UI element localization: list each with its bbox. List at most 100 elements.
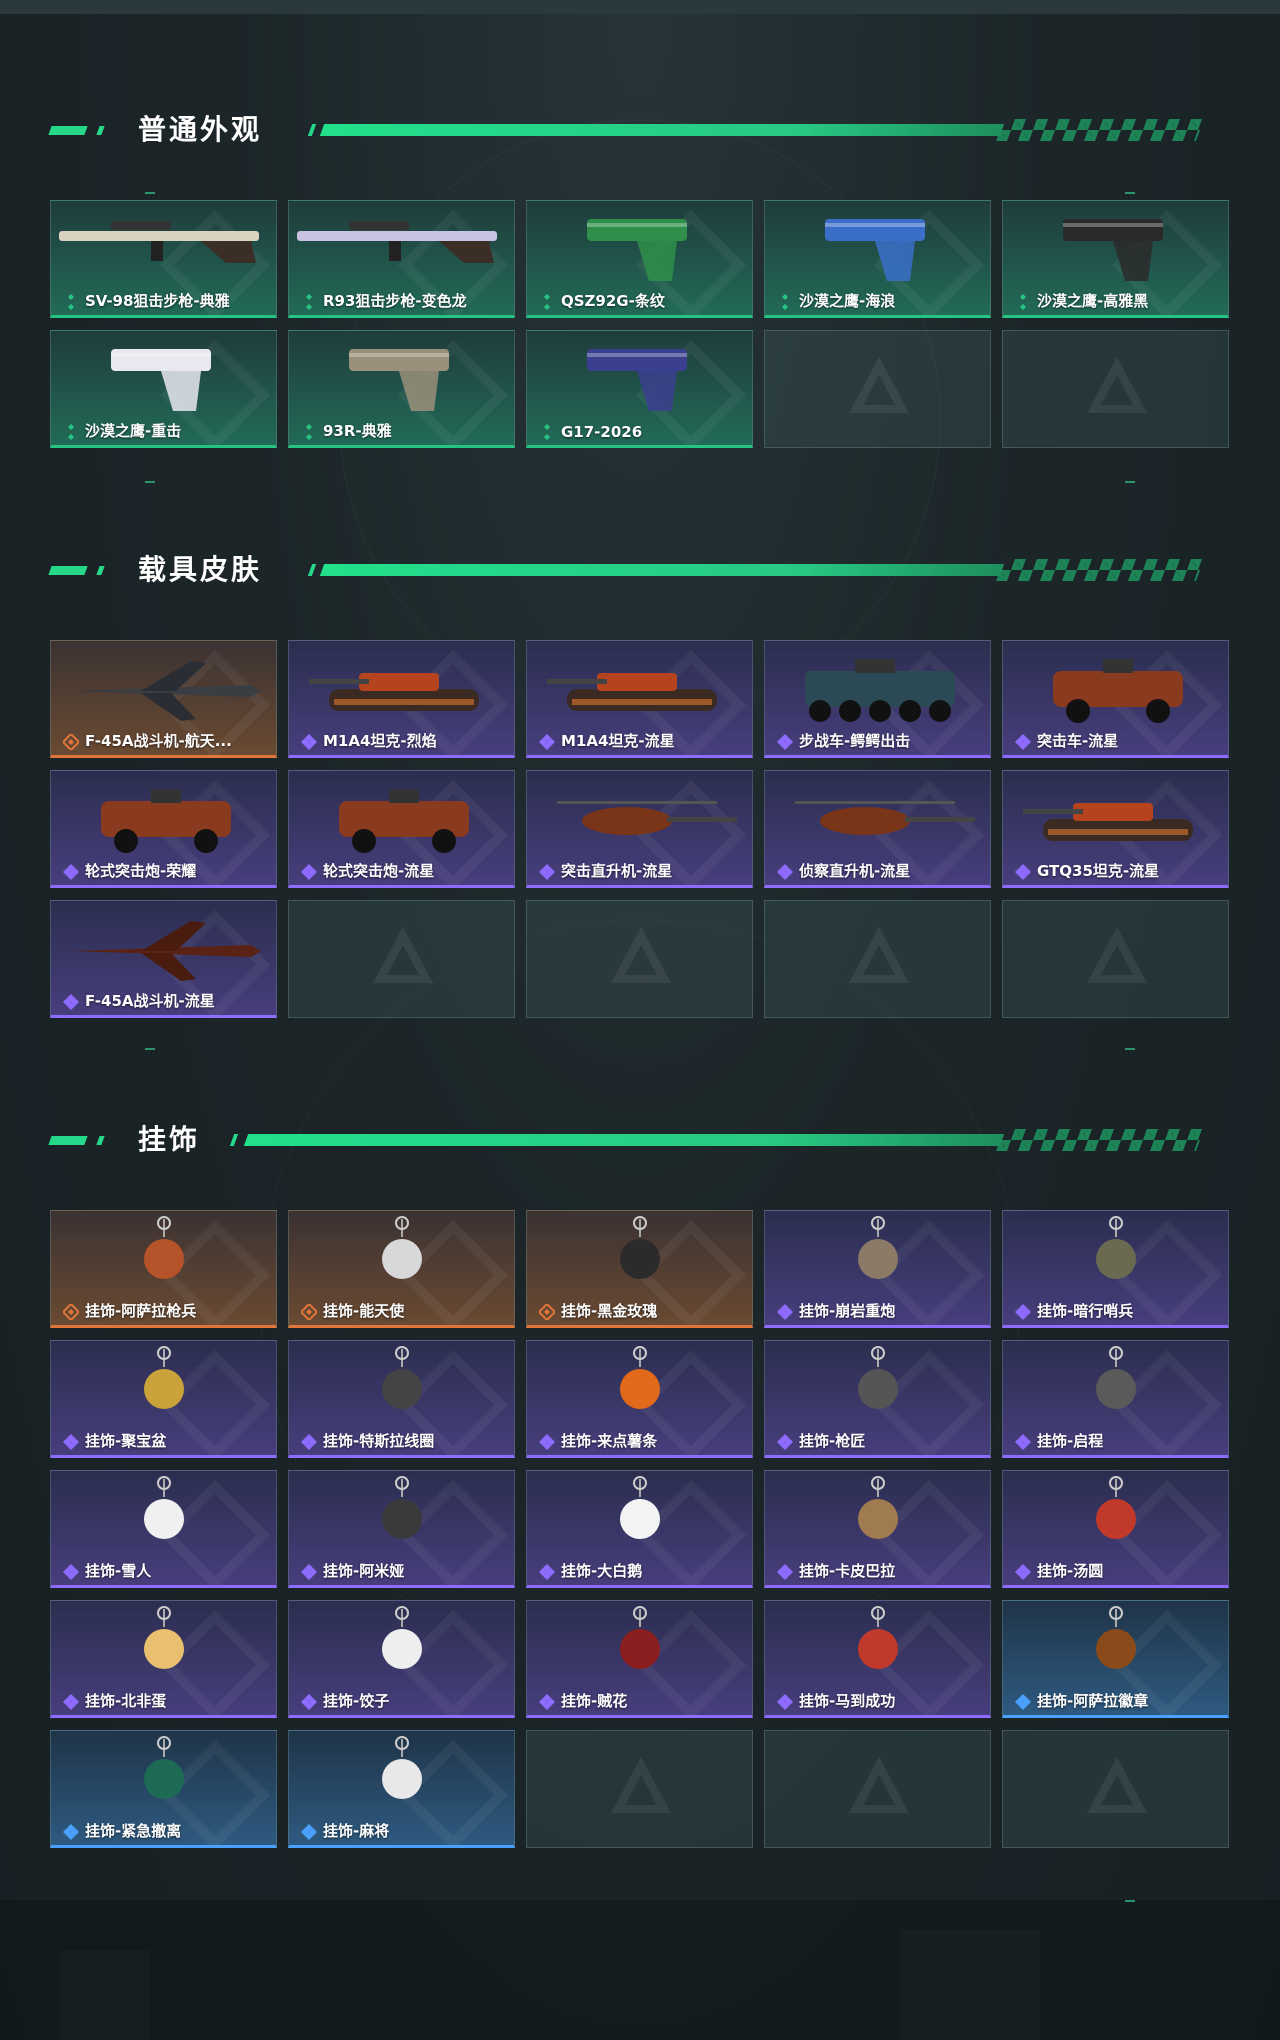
ifv-icon [805,659,955,722]
item-label: G17-2026 [561,423,643,441]
section-title: 载具皮肤 [138,553,263,586]
item-card[interactable]: 轮式突击炮-荣耀 [50,770,277,888]
charm-icon [382,1736,422,1799]
rarity-purple-icon [777,1564,793,1580]
rarity-purple-icon [539,1694,555,1710]
rarity-purple-icon [63,994,79,1010]
empty-slot [764,330,991,448]
item-card[interactable]: 挂饰-黑金玫瑰 [526,1210,753,1328]
item-card[interactable]: 突击直升机-流星 [526,770,753,888]
item-card[interactable]: 93R-典雅 [288,330,515,448]
rarity-green-icon [306,424,312,440]
rarity-green-icon [544,424,550,440]
empty-slot [526,900,753,1018]
item-grid: 挂饰-阿萨拉枪兵 挂饰-能天使 挂饰-黑金玫瑰 挂饰-崩岩重炮 挂饰-暗行哨兵挂饰-聚宝… [50,1210,1230,1850]
item-label: 挂饰-汤圆 [1037,1562,1104,1580]
item-card[interactable]: F-45A战斗机-航天... [50,640,277,758]
item-card[interactable]: 挂饰-来点薯条 [526,1340,753,1458]
empty-slot-icon [1087,357,1147,413]
item-card[interactable]: M1A4坦克-烈焰 [288,640,515,758]
charm-icon [144,1736,184,1799]
rarity-purple-icon [539,1564,555,1580]
item-card[interactable]: 挂饰-枪匠 [764,1340,991,1458]
charm-icon [144,1606,184,1669]
item-card[interactable]: 挂饰-汤圆 [1002,1470,1229,1588]
item-card[interactable]: 挂饰-阿萨拉徽章 [1002,1600,1229,1718]
item-label: 轮式突击炮-荣耀 [85,862,197,880]
corner-tick [1125,192,1135,194]
item-label: M1A4坦克-烈焰 [323,732,437,750]
item-card[interactable]: 挂饰-马到成功 [764,1600,991,1718]
item-card[interactable]: 挂饰-饺子 [288,1600,515,1718]
section-title: 普通外观 [138,113,263,146]
item-label: SV-98狙击步枪-典雅 [85,292,230,310]
pistol-icon [825,219,925,281]
charm-icon [144,1476,184,1539]
rarity-purple-icon [777,1434,793,1450]
item-label: 沙漠之鹰-高雅黑 [1037,292,1149,310]
rarity-purple-icon [539,734,555,750]
item-card[interactable]: 挂饰-紧急撤离 [50,1730,277,1848]
item-card[interactable]: 沙漠之鹰-高雅黑 [1002,200,1229,318]
item-card[interactable]: F-45A战斗机-流星 [50,900,277,1018]
item-card[interactable]: G17-2026 [526,330,753,448]
header-accent-bar [96,126,105,135]
item-label: M1A4坦克-流星 [561,732,675,750]
item-label: 挂饰-阿萨拉徽章 [1037,1692,1149,1710]
empty-slot [288,900,515,1018]
rarity-blue-icon [63,1824,79,1840]
item-card[interactable]: 挂饰-能天使 [288,1210,515,1328]
item-label: 挂饰-阿米娅 [323,1562,405,1580]
item-card[interactable]: 挂饰-雪人 [50,1470,277,1588]
item-card[interactable]: 挂饰-崩岩重炮 [764,1210,991,1328]
item-card[interactable]: 沙漠之鹰-海浪 [764,200,991,318]
item-card[interactable]: 步战车-鳄鳄出击 [764,640,991,758]
pistol-icon [587,349,687,411]
empty-slot [526,1730,753,1848]
item-card[interactable]: SV-98狙击步枪-典雅 [50,200,277,318]
item-card[interactable]: R93狙击步枪-变色龙 [288,200,515,318]
charm-icon [1096,1476,1136,1539]
item-card[interactable]: 挂饰-特斯拉线圈 [288,1340,515,1458]
item-card[interactable]: 挂饰-聚宝盆 [50,1340,277,1458]
charm-icon [620,1476,660,1539]
item-card[interactable]: GTQ35坦克-流星 [1002,770,1229,888]
rarity-purple-icon [63,1434,79,1450]
empty-slot-icon [1087,1757,1147,1813]
item-card[interactable]: 沙漠之鹰-重击 [50,330,277,448]
item-card[interactable]: 挂饰-阿米娅 [288,1470,515,1588]
charm-icon [858,1606,898,1669]
item-card[interactable]: 挂饰-阿萨拉枪兵 [50,1210,277,1328]
item-card[interactable]: 挂饰-卡皮巴拉 [764,1470,991,1588]
fighter-jet-icon [71,661,261,721]
empty-slot [1002,330,1229,448]
empty-slot [764,900,991,1018]
section-header: 普通外观 [0,100,1280,160]
section-header: 挂饰 [0,1110,1280,1170]
item-label: 挂饰-来点薯条 [561,1432,658,1450]
item-card[interactable]: 挂饰-暗行哨兵 [1002,1210,1229,1328]
item-card[interactable]: 挂饰-麻将 [288,1730,515,1848]
rarity-purple-icon [301,1564,317,1580]
item-card[interactable]: 突击车-流星 [1002,640,1229,758]
item-card[interactable]: 轮式突击炮-流星 [288,770,515,888]
item-label: 沙漠之鹰-重击 [85,422,182,440]
item-card[interactable]: 挂饰-启程 [1002,1340,1229,1458]
header-line [243,1134,1005,1146]
item-label: 挂饰-雪人 [85,1562,152,1580]
charm-icon [144,1346,184,1409]
charm-icon [382,1216,422,1279]
header-line [319,564,1005,576]
item-card[interactable]: QSZ92G-条纹 [526,200,753,318]
item-card[interactable]: 挂饰-大白鹅 [526,1470,753,1588]
item-label: 挂饰-聚宝盆 [85,1432,167,1450]
item-label: 挂饰-启程 [1037,1432,1104,1450]
item-card[interactable]: 挂饰-北非蛋 [50,1600,277,1718]
item-label: 挂饰-崩岩重炮 [799,1302,896,1320]
item-card[interactable]: 侦察直升机-流星 [764,770,991,888]
rarity-blue-icon [301,1824,317,1840]
corner-tick [145,481,155,483]
item-card[interactable]: 挂饰-贼花 [526,1600,753,1718]
rarity-purple-icon [539,864,555,880]
item-card[interactable]: M1A4坦克-流星 [526,640,753,758]
